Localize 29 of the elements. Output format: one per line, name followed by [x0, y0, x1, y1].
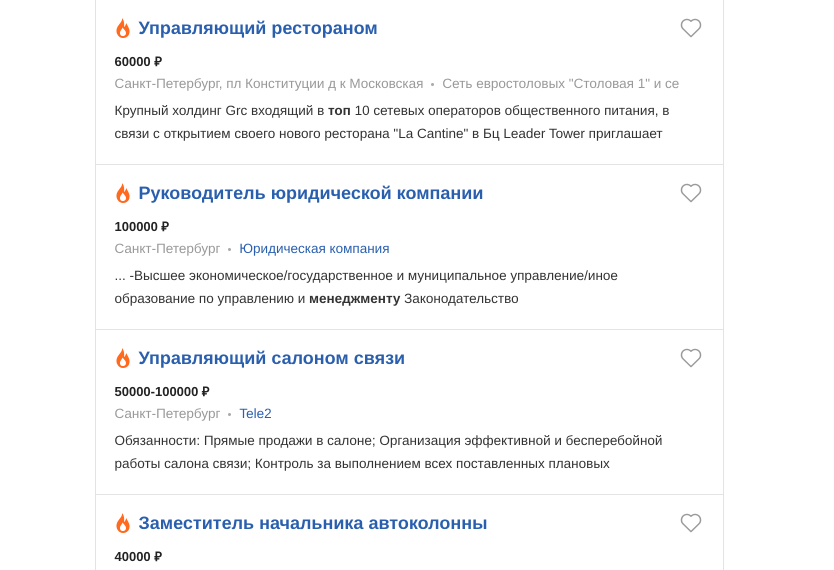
- favorite-button[interactable]: [678, 346, 704, 370]
- description-text: ... -Высшее экономическое/государственное и муниципальное управление/иное образование по управлению и менеджменту Законодательство: [114, 267, 619, 308]
- flame-icon: [114, 183, 130, 203]
- description-text: Обязанности: Прямые продажи в салоне; Организация эффективной и бесперебойной работы салона связи; Контроль за выполнением всех поставленных плановых: [114, 432, 664, 473]
- favorite-button[interactable]: [678, 16, 704, 40]
- heart-icon: [680, 183, 702, 203]
- salary-text: 40000 ₽: [114, 549, 162, 565]
- vacancy-title-link[interactable]: Управляющий рестораном: [138, 15, 378, 41]
- flame-icon: [114, 348, 130, 368]
- company-link[interactable]: Юридическая компания: [239, 240, 390, 258]
- location-text: Санкт-Петербург, пл Конституции д к Московская: [114, 75, 424, 93]
- vacancy-title-link[interactable]: Заместитель начальника автоколонны: [138, 510, 488, 536]
- heart-icon: [680, 18, 702, 38]
- vacancy-title-link[interactable]: Руководитель юридической компании: [138, 180, 484, 206]
- location-text: Санкт-Петербург: [114, 405, 220, 423]
- favorite-button[interactable]: [678, 511, 704, 535]
- salary-text: 50000-100000 ₽: [114, 384, 210, 400]
- salary-text: 100000 ₽: [114, 219, 170, 235]
- vacancy-title-link[interactable]: Управляющий салоном связи: [138, 345, 406, 371]
- description-text: Крупный холдинг Grc входящий в топ 10 сетевых операторов общественного питания, в связи с открытием своего нового ресторана "La Cantine" в Бц Leader Tower приглашает: [114, 102, 670, 143]
- flame-icon: [114, 513, 130, 533]
- company-text: Сеть евростоловых "Столовая 1" и се: [442, 75, 680, 93]
- heart-icon: [680, 513, 702, 533]
- location-text: Санкт-Петербург: [114, 240, 220, 258]
- company-link[interactable]: Tele2: [239, 405, 272, 423]
- flame-icon: [114, 18, 130, 38]
- favorite-button[interactable]: [678, 181, 704, 205]
- salary-text: 60000 ₽: [114, 54, 162, 70]
- heart-icon: [680, 348, 702, 368]
